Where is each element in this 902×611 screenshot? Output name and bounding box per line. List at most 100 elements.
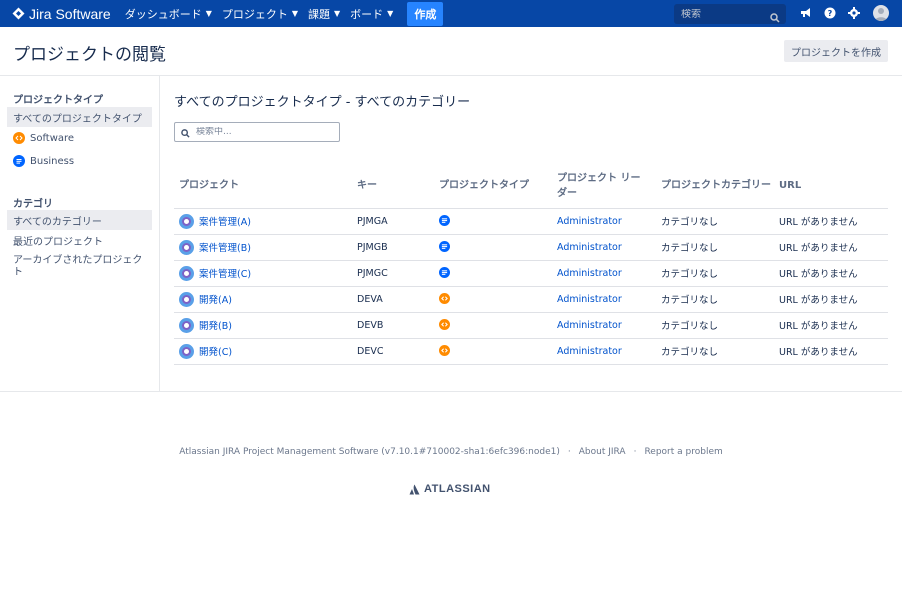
column-header-project[interactable]: プロジェクト [174,164,352,209]
project-link[interactable]: 開発(C) [179,343,352,359]
project-avatar [179,265,194,281]
megaphone-icon[interactable] [798,5,814,21]
cell-url: URL がありません [774,338,888,365]
sidebar-item-label: すべてのプロジェクトタイプ [13,113,142,125]
project-link[interactable]: 開発(B) [179,317,352,333]
jira-logo-icon [12,7,25,20]
footer: Atlassian JIRA Project Management Softwa… [0,447,902,457]
project-lead-link[interactable]: Administrator [557,268,622,279]
business-icon [439,215,450,226]
column-header-lead[interactable]: プロジェクト リーダー [552,164,656,209]
cell-category: カテゴリなし [656,312,774,339]
project-name[interactable]: 開発(C) [199,344,232,358]
report-problem-link[interactable]: Report a problem [644,447,722,457]
cell-category: カテゴリなし [656,286,774,313]
project-name[interactable]: 案件管理(B) [199,240,251,254]
cell-project: 案件管理(B) [174,234,352,261]
project-link[interactable]: 案件管理(B) [179,239,352,255]
top-navigation-bar: Jira Software ダッシュボード ▼ プロジェクト ▼ 課題 ▼ ボード ▼ … [0,0,902,27]
project-name[interactable]: 案件管理(C) [199,266,251,280]
project-lead-link[interactable]: Administrator [557,294,622,305]
table-row: 案件管理(B) PJMGB Administrator カテゴリなし URL がありませ… [174,234,888,261]
footer-divider [0,391,902,392]
cell-type [434,338,552,365]
cell-key: PJMGB [352,234,434,261]
sidebar: プロジェクトタイプ すべてのプロジェクトタイプ Software Busines… [0,76,160,391]
project-filter-input[interactable] [196,127,326,137]
project-name[interactable]: 開発(B) [199,318,232,332]
app-name: Jira Software [29,5,111,22]
cell-url: URL がありません [774,286,888,313]
cell-project: 案件管理(C) [174,260,352,287]
chevron-down-icon: ▼ [334,9,341,18]
project-link[interactable]: 開発(A) [179,291,352,307]
sidebar-item-recent-projects[interactable]: 最近のプロジェクト [7,230,152,250]
project-avatar [179,239,194,255]
column-header-url: URL [774,164,888,209]
project-lead-link[interactable]: Administrator [557,242,622,253]
cell-category: カテゴリなし [656,234,774,261]
menu-boards[interactable]: ボード ▼ [350,6,393,22]
page-title: プロジェクトの閲覧 [13,45,166,65]
cell-project: 開発(C) [174,338,352,365]
sidebar-item-label: Business [30,155,75,167]
software-icon [439,319,450,330]
sidebar-item-all-categories[interactable]: すべてのカテゴリー [7,210,152,230]
sidebar-item-business[interactable]: Business [7,151,152,171]
about-jira-link[interactable]: About JIRA [579,447,626,457]
projects-table: プロジェクト キー プロジェクトタイプ プロジェクト リーダー プロジェクトカテ… [174,164,888,365]
menu-projects[interactable]: プロジェクト ▼ [222,6,298,22]
sidebar-item-archived-projects[interactable]: アーカイブされたプロジェクト [7,252,147,280]
project-link[interactable]: 案件管理(C) [179,265,352,281]
table-row: 開発(C) DEVC Administrator カテゴリなし URL がありません [174,338,888,365]
project-avatar [179,213,194,229]
project-lead-link[interactable]: Administrator [557,320,622,331]
cell-key: DEVC [352,338,434,365]
menu-dashboard[interactable]: ダッシュボード ▼ [125,6,212,22]
cell-key: PJMGA [352,208,434,235]
search-icon[interactable] [770,8,780,27]
jira-logo[interactable]: Jira Software [12,6,111,22]
menu-issues-label: 課題 [308,7,331,21]
project-avatar [179,317,194,333]
chevron-down-icon: ▼ [205,9,212,18]
business-icon [439,267,450,278]
project-lead-link[interactable]: Administrator [557,216,622,227]
menu-projects-label: プロジェクト [221,7,288,21]
cell-url: URL がありません [774,312,888,339]
cell-type [434,312,552,339]
menu-issues[interactable]: 課題 ▼ [308,6,340,22]
user-avatar[interactable] [873,5,889,21]
cell-project: 案件管理(A) [174,208,352,235]
table-row: 案件管理(C) PJMGC Administrator カテゴリなし URL がありませ… [174,260,888,287]
chevron-down-icon: ▼ [387,9,394,18]
project-filter [174,122,340,142]
gear-icon[interactable] [846,5,862,21]
project-avatar [179,291,194,307]
category-heading: カテゴリ [13,199,53,210]
sidebar-item-software[interactable]: Software [7,128,152,148]
projects-table-body: 案件管理(A) PJMGA Administrator カテゴリなし URL がありませ… [174,208,888,365]
help-icon[interactable]: ? [822,5,838,21]
project-name[interactable]: 開発(A) [199,292,232,306]
cell-type [434,286,552,313]
create-project-button[interactable]: プロジェクトを作成 [784,40,888,62]
project-link[interactable]: 案件管理(A) [179,213,352,229]
cell-category: カテゴリなし [656,260,774,287]
project-lead-link[interactable]: Administrator [557,346,622,357]
software-icon [439,345,450,356]
project-name[interactable]: 案件管理(A) [199,214,251,228]
global-search-input[interactable] [681,8,765,20]
chevron-down-icon: ▼ [291,9,299,18]
menu-boards-label: ボード [350,7,384,21]
sidebar-item-all-project-types[interactable]: すべてのプロジェクトタイプ [7,107,152,127]
svg-text:?: ? [828,9,833,18]
atlassian-logo[interactable]: ATLASSIAN [409,483,491,495]
software-icon [439,293,450,304]
column-header-type: プロジェクトタイプ [434,164,552,209]
sidebar-item-label: Software [30,132,75,144]
column-header-key[interactable]: キー [352,164,434,209]
create-issue-button[interactable]: 作成 [407,1,444,26]
atlassian-logo-icon [409,484,420,494]
cell-type [434,208,552,235]
